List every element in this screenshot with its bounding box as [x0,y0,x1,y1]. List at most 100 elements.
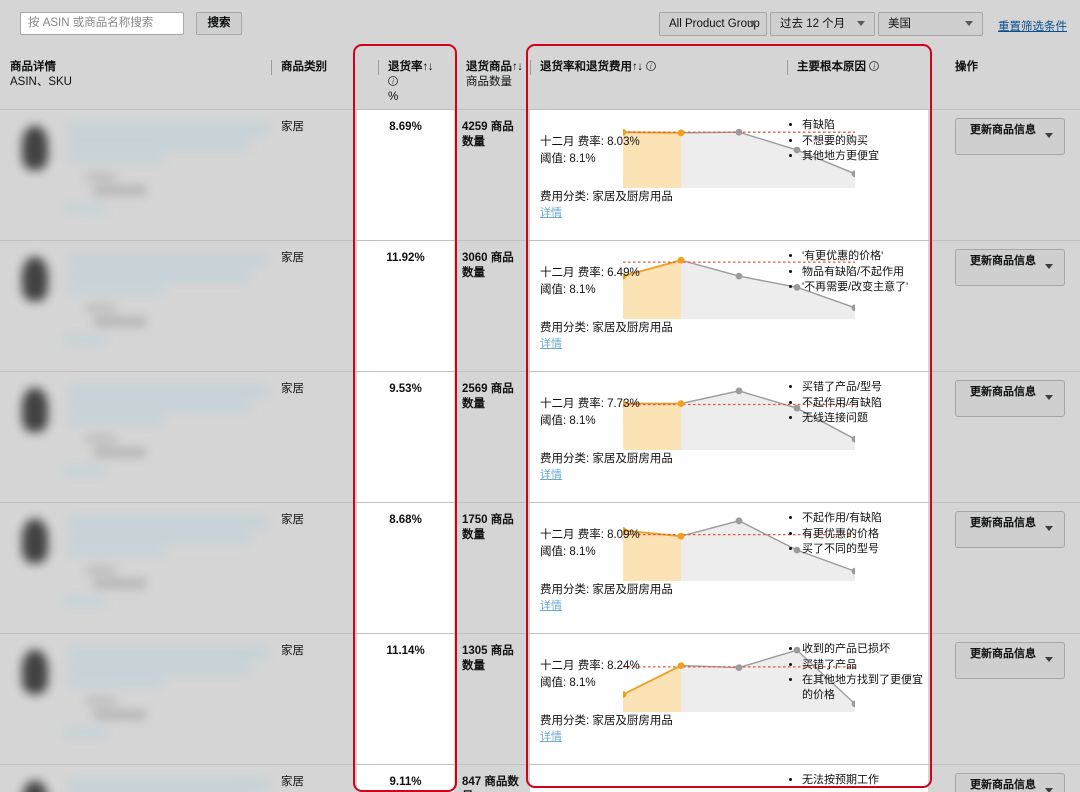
root-cause-item: '有更优惠的价格' [802,249,930,264]
header-fee[interactable]: 退货率和退货费用↑↓ i [540,60,656,75]
category-value: 家居 [281,644,351,659]
product-group-select[interactable]: All Product Group [659,12,767,36]
filter-toolbar: 按 ASIN 或商品名称搜索 搜索 All Product Group 过去 1… [0,0,1080,47]
search-input[interactable]: 按 ASIN 或商品名称搜索 [20,12,184,35]
fee-category-label: 费用分类: 家居及厨房用品 [540,188,673,204]
root-cause-item: 在其他地方找到了更便宜的价格 [802,673,930,702]
chart-threshold-label: 阈值: 8.1% [540,544,596,561]
returns-table: 商品详情 ASIN、SKU 商品类别 退货率↑↓ i % 退货商品↑↓ 商品数量… [0,47,1080,792]
root-cause-item: 有缺陷 [802,118,930,133]
header-action: 操作 [955,60,978,75]
product-detail-redacted [8,511,270,613]
product-detail-redacted [8,380,270,482]
reset-filters-link[interactable]: 重置筛选条件 [998,18,1067,34]
table-body: 家居 8.69% 4259 商品数量 十二月 费率: 8.03% 阈值: 8.1% 费用分… [0,110,1080,792]
table-row[interactable]: 家居11.14%1305 商品数量十二月 费率: 8.24%阈值: 8.1%费用… [0,634,1080,765]
root-cause-item: '不再需要/改变主意了' [802,280,930,295]
search-button[interactable]: 搜索 [196,12,242,35]
details-link[interactable]: 详情 [540,204,562,220]
header-divider [271,60,272,75]
info-icon[interactable]: i [869,61,879,71]
header-action-label: 操作 [955,61,978,73]
details-link[interactable]: 详情 [540,728,562,744]
product-detail-redacted [8,118,270,220]
returned-units-value: 3060 商品数量 [462,251,520,281]
table-row[interactable]: 家居9.53%2569 商品数量十二月 费率: 7.73%阈值: 8.1%费用分… [0,372,1080,503]
chevron-down-icon [1045,395,1054,401]
date-range-value: 过去 12 个月 [780,18,845,30]
return-rate-value: 8.69% [357,120,454,135]
root-cause-item: 不起作用/有缺陷 [802,396,930,411]
header-return-rate-label: 退货率 [388,61,423,73]
update-product-info-button[interactable]: 更新商品信息 [955,118,1065,155]
chart-month-rate-label: 十二月 费率: 7.73% [540,396,640,413]
marketplace-select[interactable]: 美国 [878,12,983,36]
header-divider [530,60,531,75]
table-row[interactable]: 家居9.11%847 商品数量无法按预期工作更新商品信息 [0,765,1080,792]
header-returned-units[interactable]: 退货商品↑↓ 商品数量 [466,60,523,90]
product-thumbnail [22,257,48,301]
category-value: 家居 [281,120,351,135]
header-category-label: 商品类别 [281,61,327,73]
chart-month-rate-label: 十二月 费率: 8.24% [540,658,640,675]
sort-arrows-icon[interactable]: ↑↓ [632,61,643,73]
details-link[interactable]: 详情 [540,466,562,482]
details-link[interactable]: 详情 [540,335,562,351]
chevron-down-icon [1045,526,1054,532]
product-detail-redacted [8,773,270,792]
product-thumbnail [22,781,48,792]
chart-threshold-label: 阈值: 8.1% [540,282,596,299]
category-value: 家居 [281,382,351,397]
root-cause-item: 不想要的购买 [802,134,930,149]
product-detail-redacted [8,642,270,744]
update-product-info-button[interactable]: 更新商品信息 [955,511,1065,548]
returned-units-value: 1750 商品数量 [462,513,520,543]
product-thumbnail [22,388,48,432]
header-fee-label: 退货率和退货费用 [540,61,632,73]
category-value: 家居 [281,251,351,266]
page-root: 按 ASIN 或商品名称搜索 搜索 All Product Group 过去 1… [0,0,1080,792]
return-rate-value: 8.68% [357,513,454,528]
fee-category-label: 费用分类: 家居及厨房用品 [540,712,673,728]
root-cause-item: 无法按预期工作 [802,773,930,788]
update-product-info-label: 更新商品信息 [970,517,1036,529]
header-divider [787,60,788,75]
returned-units-value: 4259 商品数量 [462,120,520,150]
table-row[interactable]: 家居11.92%3060 商品数量十二月 费率: 6.49%阈值: 8.1%费用… [0,241,1080,372]
marketplace-value: 美国 [888,18,911,30]
header-root-cause-label: 主要根本原因 [797,61,866,73]
update-product-info-button[interactable]: 更新商品信息 [955,380,1065,417]
info-icon[interactable]: i [646,61,656,71]
info-icon[interactable]: i [388,76,398,86]
update-product-info-button[interactable]: 更新商品信息 [955,773,1065,792]
chart-month-rate-label: 十二月 费率: 8.03% [540,134,640,151]
chevron-down-icon [749,21,758,27]
product-group-value: All Product Group [669,18,760,30]
table-row[interactable]: 家居8.69%4259 商品数量十二月 费率: 8.03%阈值: 8.1%费用分… [0,110,1080,241]
returned-units-value: 1305 商品数量 [462,644,520,674]
product-thumbnail [22,519,48,563]
root-cause-list: 有缺陷不想要的购买其他地方更便宜 [790,118,930,165]
update-product-info-button[interactable]: 更新商品信息 [955,249,1065,286]
return-rate-value: 9.11% [357,775,454,790]
fee-category-label: 费用分类: 家居及厨房用品 [540,450,673,466]
chevron-down-icon [1045,133,1054,139]
root-cause-item: 买了不同的型号 [802,542,930,557]
update-product-info-button[interactable]: 更新商品信息 [955,642,1065,679]
chart-month-rate-label: 十二月 费率: 6.49% [540,265,640,282]
category-value: 家居 [281,513,351,528]
root-cause-list: 不起作用/有缺陷有更优惠的价格买了不同的型号 [790,511,930,558]
date-range-select[interactable]: 过去 12 个月 [770,12,875,36]
header-returned-units-label: 退货商品 [466,61,512,73]
header-return-rate[interactable]: 退货率↑↓ i % [388,60,433,105]
table-row[interactable]: 家居8.68%1750 商品数量十二月 费率: 8.09%阈值: 8.1%费用分… [0,503,1080,634]
returned-units-value: 847 商品数量 [462,775,520,792]
root-cause-item: 买错了产品 [802,658,930,673]
root-cause-item: 有更优惠的价格 [802,527,930,542]
chevron-down-icon [1045,788,1054,792]
sort-arrows-icon[interactable]: ↑↓ [512,61,523,73]
header-divider [378,60,379,75]
sort-arrows-icon[interactable]: ↑↓ [423,61,434,73]
root-cause-list: 无法按预期工作 [790,773,930,789]
details-link[interactable]: 详情 [540,597,562,613]
